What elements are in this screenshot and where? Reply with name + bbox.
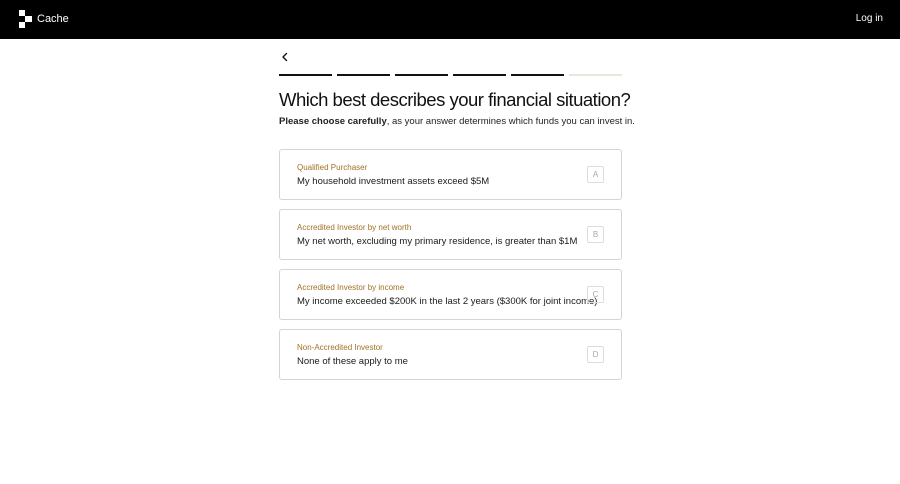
progress-segment [279, 74, 332, 76]
progress-segment [453, 74, 506, 76]
option-category: Qualified Purchaser [297, 163, 368, 172]
login-link[interactable]: Log in [856, 12, 883, 26]
option-accredited-net-worth[interactable]: Accredited Investor by net worth My net … [279, 209, 622, 260]
subtitle-emphasis: Please choose carefully [279, 116, 387, 127]
top-nav-bar: Cache Log in [0, 0, 900, 39]
option-key-badge: A [587, 166, 604, 183]
cache-logo-icon[interactable] [19, 10, 32, 28]
option-description: My household investment assets exceed $5… [297, 176, 490, 187]
option-accredited-income[interactable]: Accredited Investor by income My income … [279, 269, 622, 320]
option-description: My net worth, excluding my primary resid… [297, 236, 578, 247]
option-key-badge: B [587, 226, 604, 243]
option-category: Accredited Investor by net worth [297, 223, 412, 232]
question-title: Which best describes your financial situ… [279, 89, 631, 110]
option-key-badge: D [587, 346, 604, 363]
question-subtitle: Please choose carefully, as your answer … [279, 116, 635, 128]
option-category: Accredited Investor by income [297, 283, 405, 292]
progress-segment [569, 74, 622, 76]
progress-segment [337, 74, 390, 76]
progress-segment [395, 74, 448, 76]
option-description: My income exceeded $200K in the last 2 y… [297, 296, 598, 307]
option-key-badge: C [587, 286, 604, 303]
chevron-left-icon[interactable] [279, 51, 291, 63]
option-qualified-purchaser[interactable]: Qualified Purchaser My household investm… [279, 149, 622, 200]
progress-bar [279, 74, 622, 76]
subtitle-text: , as your answer determines which funds … [386, 116, 635, 127]
option-description: None of these apply to me [297, 356, 408, 367]
option-non-accredited[interactable]: Non-Accredited Investor None of these ap… [279, 329, 622, 380]
option-category: Non-Accredited Investor [297, 343, 383, 352]
brand-name[interactable]: Cache [37, 12, 69, 26]
progress-segment [511, 74, 564, 76]
